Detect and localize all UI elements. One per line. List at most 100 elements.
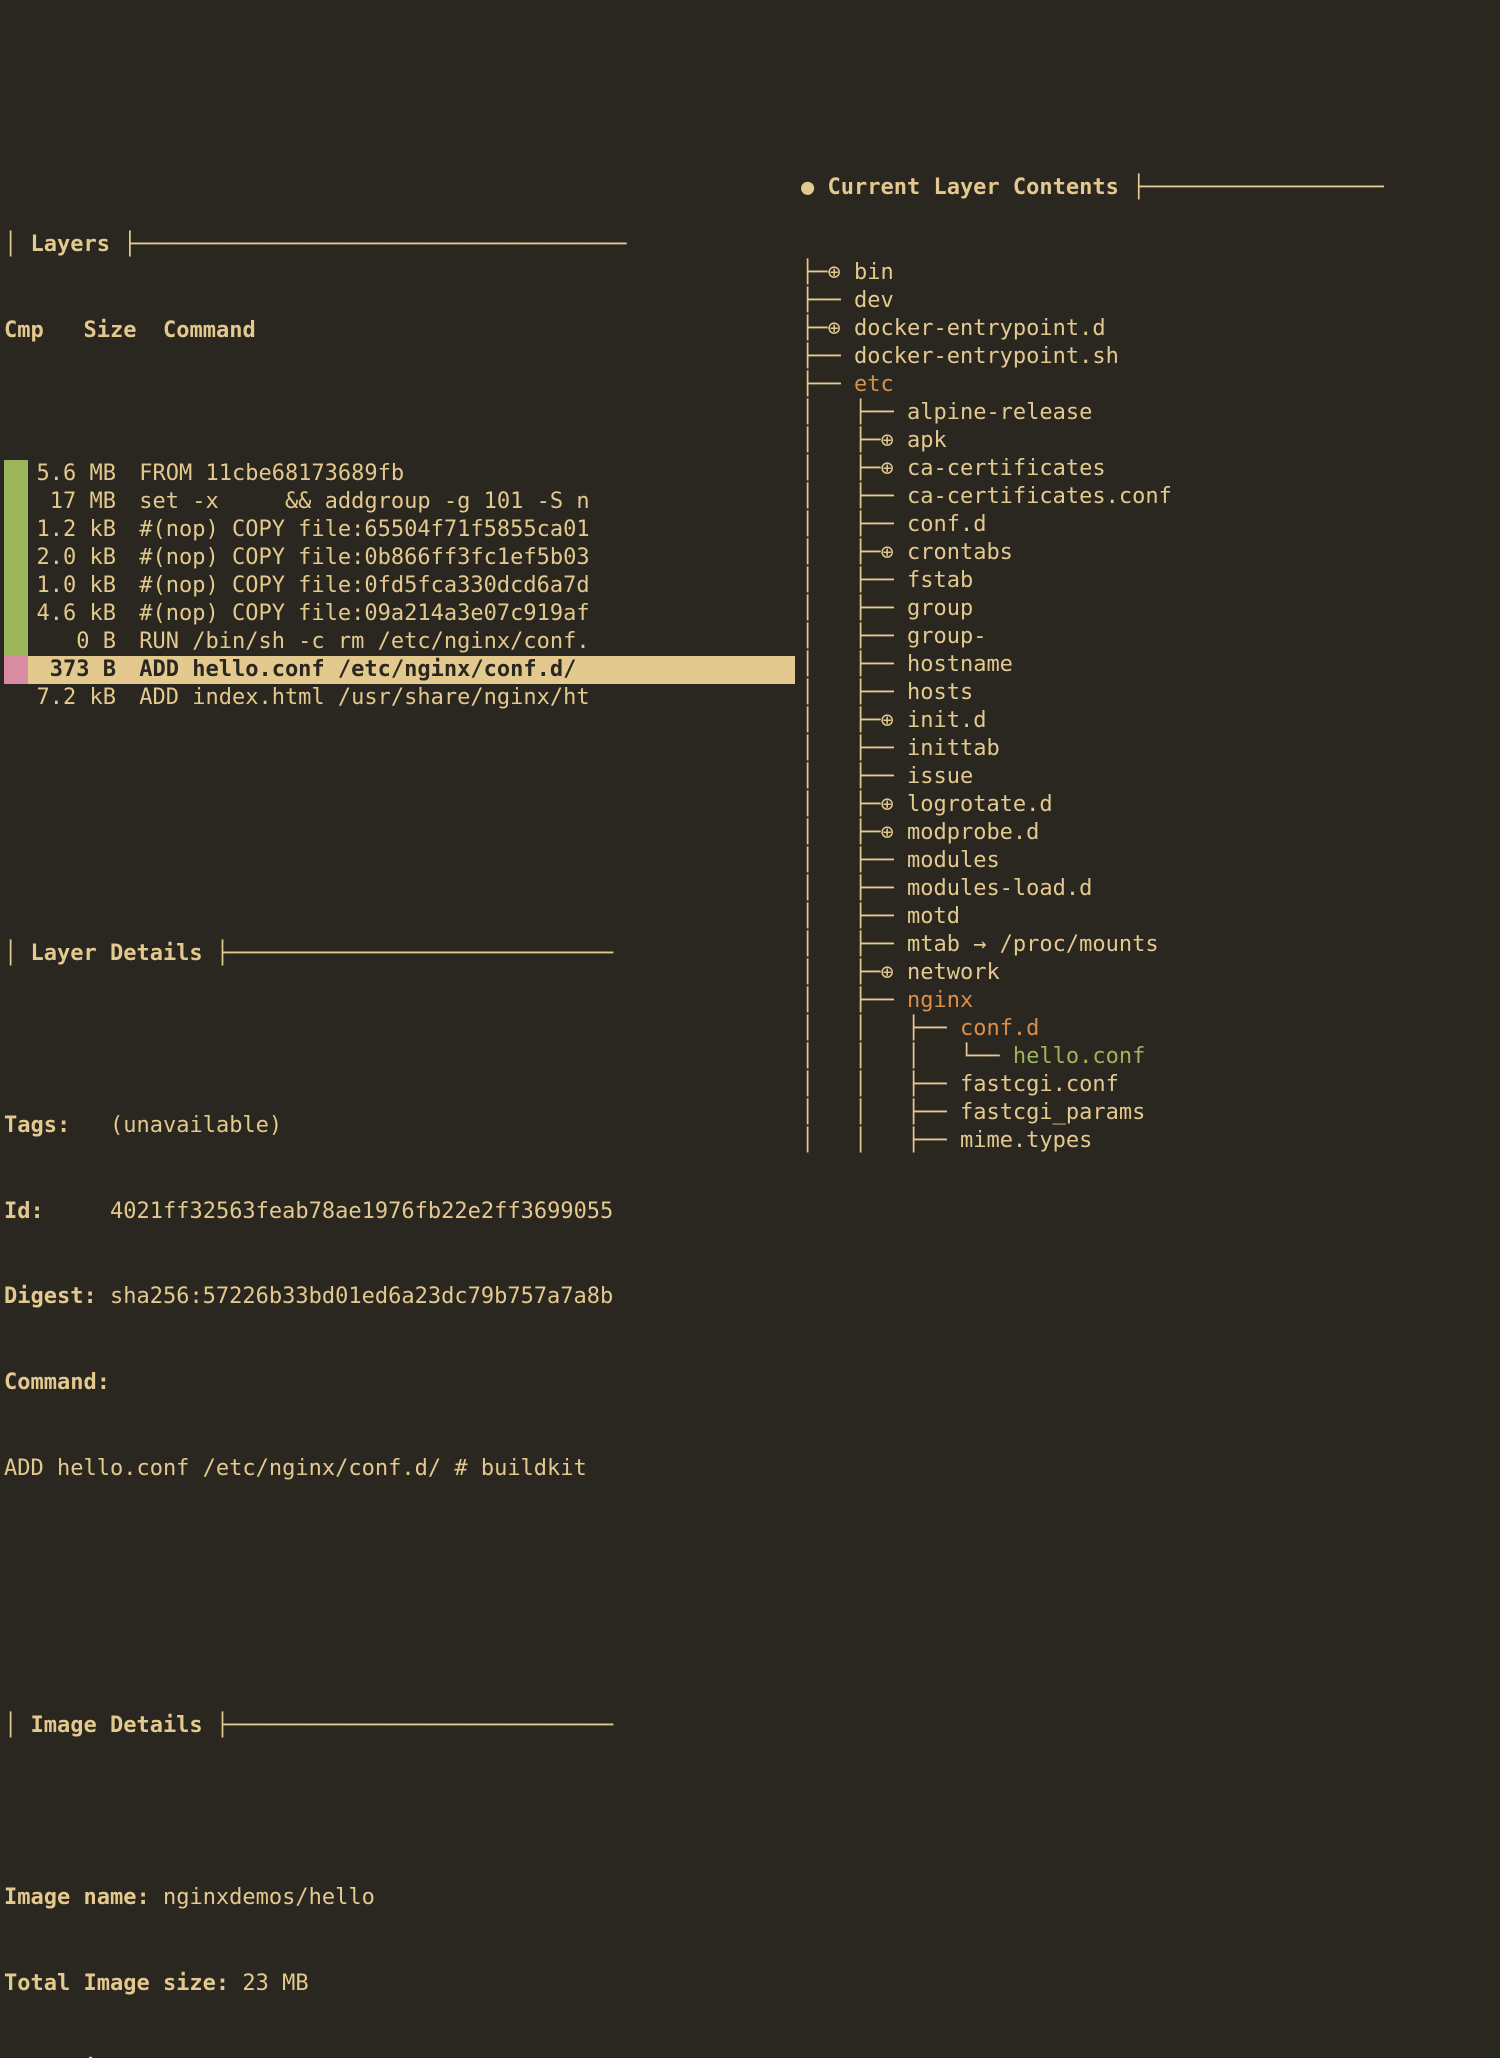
tree-row[interactable]: │ ├── nginx — [801, 987, 1500, 1015]
layer-row[interactable]: 2.0 kB #(nop) COPY file:0b866ff3fc1ef5b0… — [4, 544, 795, 572]
tree-prefix: │ ├── — [801, 651, 907, 679]
tree-node-name: fstab — [907, 567, 973, 595]
cmp-indicator — [4, 572, 28, 600]
command-value-row: ADD hello.conf /etc/nginx/conf.d/ # buil… — [4, 1455, 795, 1484]
tree-row[interactable]: │ ├── modules-load.d — [801, 875, 1500, 903]
tree-row[interactable]: │ ├── alpine-release — [801, 399, 1500, 427]
tree-prefix: │ ├── — [801, 623, 907, 651]
tree-node-name: ca-certificates — [907, 455, 1106, 483]
tree-row[interactable]: │ ├─⊕ logrotate.d — [801, 791, 1500, 819]
tree-row[interactable]: │ ├── motd — [801, 903, 1500, 931]
tree-row[interactable]: │ ├── group — [801, 595, 1500, 623]
tree-node-name: motd — [907, 903, 960, 931]
tree-row[interactable]: │ ├─⊕ ca-certificates — [801, 455, 1500, 483]
layer-size: 7.2 kB — [28, 684, 126, 712]
tree-node-name: mtab → /proc/mounts — [907, 931, 1159, 959]
tree-row[interactable]: │ ├─⊕ network — [801, 959, 1500, 987]
tree-prefix: ├── — [801, 371, 854, 399]
layer-size: 2.0 kB — [28, 544, 126, 572]
file-tree[interactable]: ├─⊕ bin├── dev├─⊕ docker-entrypoint.d├──… — [801, 259, 1500, 1155]
layer-row[interactable]: 4.6 kB #(nop) COPY file:09a214a3e07c919a… — [4, 600, 795, 628]
tree-row[interactable]: ├─⊕ docker-entrypoint.d — [801, 315, 1500, 343]
tree-row[interactable]: │ ├── conf.d — [801, 511, 1500, 539]
tree-node-name: hello.conf — [1013, 1043, 1145, 1071]
tree-row[interactable]: │ ├─⊕ apk — [801, 427, 1500, 455]
layer-row[interactable]: 17 MB set -x && addgroup -g 101 -S n — [4, 488, 795, 516]
tree-node-name: conf.d — [960, 1015, 1039, 1043]
layer-command: #(nop) COPY file:0b866ff3fc1ef5b03 — [126, 544, 795, 572]
tree-row[interactable]: │ │ │ └── hello.conf — [801, 1043, 1500, 1071]
layer-row[interactable]: 373 B ADD hello.conf /etc/nginx/conf.d/ — [4, 656, 795, 684]
wasted-row: Potential wasted space: 585 kB — [4, 2055, 795, 2058]
tree-node-name: hostname — [907, 651, 1013, 679]
layer-details-title: │ Layer Details ├───────────────────────… — [4, 940, 795, 969]
layer-size: 0 B — [28, 628, 126, 656]
left-column: │ Layers ├──────────────────────────────… — [0, 116, 795, 1143]
layer-size: 17 MB — [28, 488, 126, 516]
tree-row[interactable]: │ ├─⊕ crontabs — [801, 539, 1500, 567]
layer-row[interactable]: 7.2 kB ADD index.html /usr/share/nginx/h… — [4, 684, 795, 712]
tree-row[interactable]: │ ├── issue — [801, 763, 1500, 791]
tree-row[interactable]: │ ├── ca-certificates.conf — [801, 483, 1500, 511]
tree-node-name: fastcgi.conf — [960, 1071, 1119, 1099]
tree-prefix: │ │ ├── — [801, 1099, 960, 1127]
tree-row[interactable]: │ ├── modules — [801, 847, 1500, 875]
tree-row[interactable]: │ │ ├── fastcgi.conf — [801, 1071, 1500, 1099]
tree-row[interactable]: ├── docker-entrypoint.sh — [801, 343, 1500, 371]
tree-node-name: init.d — [907, 707, 986, 735]
cmp-indicator — [4, 656, 28, 684]
cmp-indicator — [4, 488, 28, 516]
image-name-row: Image name: nginxdemos/hello — [4, 1884, 795, 1913]
cmp-indicator — [4, 460, 28, 488]
tree-prefix: │ ├── — [801, 679, 907, 707]
tree-prefix: ├── — [801, 343, 854, 371]
layer-row[interactable]: 1.2 kB #(nop) COPY file:65504f71f5855ca0… — [4, 516, 795, 544]
tree-row[interactable]: │ ├── fstab — [801, 567, 1500, 595]
tree-row[interactable]: ├── dev — [801, 287, 1500, 315]
layer-size: 1.2 kB — [28, 516, 126, 544]
tree-row[interactable]: ├── etc — [801, 371, 1500, 399]
tree-node-name: group- — [907, 623, 986, 651]
tree-row[interactable]: │ ├── mtab → /proc/mounts — [801, 931, 1500, 959]
tree-row[interactable]: ├─⊕ bin — [801, 259, 1500, 287]
layer-command: FROM 11cbe68173689fb — [126, 460, 795, 488]
cmp-indicator — [4, 684, 28, 712]
tree-prefix: │ ├─⊕ — [801, 819, 907, 847]
layers-title: │ Layers ├──────────────────────────────… — [4, 231, 795, 260]
tree-prefix: │ ├── — [801, 735, 907, 763]
tree-row[interactable]: │ ├── hosts — [801, 679, 1500, 707]
tree-node-name: bin — [854, 259, 894, 287]
tree-row[interactable]: │ │ ├── fastcgi_params — [801, 1099, 1500, 1127]
layers-columns: Cmp Size Command — [4, 317, 795, 346]
tree-node-name: alpine-release — [907, 399, 1092, 427]
layer-size: 4.6 kB — [28, 600, 126, 628]
layer-size: 5.6 MB — [28, 460, 126, 488]
tree-row[interactable]: │ ├── inittab — [801, 735, 1500, 763]
tree-prefix: │ ├── — [801, 847, 907, 875]
tree-node-name: fastcgi_params — [960, 1099, 1145, 1127]
spacer1 — [4, 797, 795, 826]
tree-row[interactable]: │ │ ├── conf.d — [801, 1015, 1500, 1043]
tree-prefix: │ │ ├── — [801, 1015, 960, 1043]
tree-row[interactable]: │ ├─⊕ init.d — [801, 707, 1500, 735]
tree-row[interactable]: │ ├── group- — [801, 623, 1500, 651]
tree-prefix: │ ├── — [801, 875, 907, 903]
tags-row: Tags: (unavailable) — [4, 1112, 795, 1141]
contents-title: ● Current Layer Contents ├──────────────… — [801, 174, 1500, 203]
tree-row[interactable]: │ ├── hostname — [801, 651, 1500, 679]
tree-prefix: │ ├── — [801, 903, 907, 931]
layer-row[interactable]: 0 B RUN /bin/sh -c rm /etc/nginx/conf. — [4, 628, 795, 656]
layer-row[interactable]: 5.6 MB FROM 11cbe68173689fb — [4, 460, 795, 488]
tree-prefix: │ ├── — [801, 483, 907, 511]
tree-node-name: apk — [907, 427, 947, 455]
layer-command: set -x && addgroup -g 101 -S n — [126, 488, 795, 516]
tree-prefix: │ ├── — [801, 567, 907, 595]
tree-row[interactable]: │ ├─⊕ modprobe.d — [801, 819, 1500, 847]
tree-prefix: ├─⊕ — [801, 259, 854, 287]
tree-row[interactable]: │ │ ├── mime.types — [801, 1127, 1500, 1155]
tree-prefix: │ ├── — [801, 595, 907, 623]
tree-node-name: group — [907, 595, 973, 623]
layer-row[interactable]: 1.0 kB #(nop) COPY file:0fd5fca330dcd6a7… — [4, 572, 795, 600]
layers-list[interactable]: 5.6 MB FROM 11cbe68173689fb 17 MB set -x… — [4, 460, 795, 712]
id-row: Id: 4021ff32563feab78ae1976fb22e2ff36990… — [4, 1198, 795, 1227]
